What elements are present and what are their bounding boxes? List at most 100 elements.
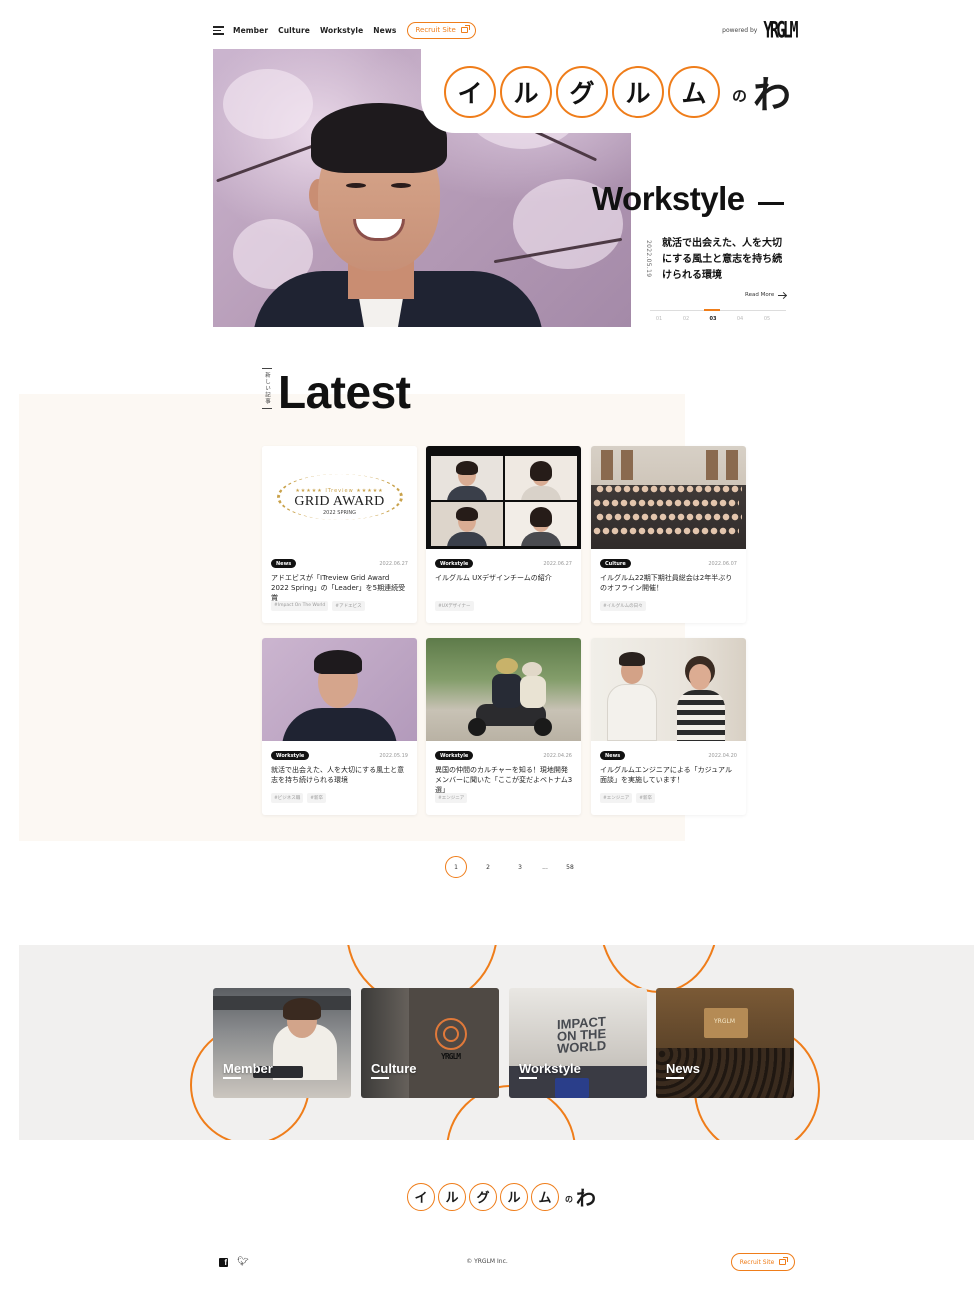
brand-char: ル bbox=[612, 65, 664, 118]
impact-wall-text: IMPACT ON THE WORLD bbox=[557, 1013, 647, 1056]
culture-logo-text: YRGLM bbox=[441, 1052, 461, 1061]
article-tag[interactable]: #UXデザイナー bbox=[435, 601, 474, 611]
news-screen-text: YRGLM bbox=[714, 1018, 736, 1025]
hero-title[interactable]: 就活で出会えた、人を大切にする風土と意志を持ち続けられる環境 bbox=[662, 236, 784, 284]
article-date: 2022.04.26 bbox=[543, 752, 572, 759]
category-underline bbox=[519, 1077, 537, 1079]
slide-dot-active[interactable]: 03 bbox=[708, 316, 718, 322]
hero-date: 2022.05.19 bbox=[645, 240, 652, 278]
brand-char: ム bbox=[668, 65, 720, 118]
page-link[interactable]: 2 bbox=[477, 856, 499, 878]
article-tag[interactable]: #新卒 bbox=[307, 793, 327, 803]
arrow-right-icon bbox=[778, 294, 787, 296]
article-thumbnail: ★★★★★ ITreview ★★★★★ GRID AWARD 2022 SPR… bbox=[262, 446, 417, 549]
brand-char: ル bbox=[500, 1182, 528, 1211]
category-card-workstyle[interactable]: IMPACT ON THE WORLD Workstyle bbox=[509, 988, 647, 1098]
article-thumbnail bbox=[591, 638, 746, 741]
footer-recruit-button[interactable]: Recruit Site bbox=[731, 1253, 795, 1271]
page-current[interactable]: 1 bbox=[445, 856, 467, 878]
copyright: © YRGLM Inc. bbox=[466, 1258, 508, 1265]
brand-no: の bbox=[732, 87, 748, 105]
recruit-site-label: Recruit Site bbox=[415, 26, 456, 34]
article-thumbnail bbox=[262, 638, 417, 741]
brand-char: ム bbox=[531, 1182, 559, 1211]
read-more-link[interactable]: Read More bbox=[745, 292, 787, 298]
external-link-icon bbox=[460, 25, 470, 33]
article-tag[interactable]: #新卒 bbox=[636, 793, 656, 803]
category-underline bbox=[371, 1077, 389, 1079]
category-card-culture[interactable]: YRGLM Culture bbox=[361, 988, 499, 1098]
article-title: イルグルム22期下期社員総会は2年半ぶりのオフライン開催！ bbox=[600, 574, 733, 592]
latest-vertical-tag: 新しい記事 bbox=[262, 368, 272, 409]
slide-dot[interactable]: 02 bbox=[681, 316, 691, 322]
hero-category-dash bbox=[758, 202, 784, 205]
brand-logo: イ ル グ ル ム の わ bbox=[444, 64, 791, 119]
page-link-last[interactable]: 58 bbox=[559, 856, 581, 878]
slider-progress-indicator bbox=[704, 309, 720, 311]
page-ellipsis: ... bbox=[542, 863, 548, 871]
slider-pagination: 01 02 03 04 05 bbox=[654, 316, 772, 322]
footer-recruit-label: Recruit Site bbox=[739, 1258, 775, 1266]
read-more-label: Read More bbox=[745, 292, 775, 298]
article-title: イルグルム UXデザインチームの紹介 bbox=[435, 574, 552, 582]
slide-dot[interactable]: 05 bbox=[762, 316, 772, 322]
article-tag[interactable]: #ビジネス職 bbox=[271, 793, 304, 803]
article-date: 2022.06.27 bbox=[543, 560, 572, 567]
article-title: 就活で出会えた、人を大切にする風土と意志を持ち続けられる環境 bbox=[271, 766, 405, 784]
brand-char: グ bbox=[556, 65, 608, 118]
category-badge: Workstyle bbox=[271, 751, 310, 760]
hero-category: Workstyle bbox=[592, 180, 745, 217]
category-badge: Workstyle bbox=[435, 559, 474, 568]
article-card[interactable]: Workstyle 2022.04.26 異国の仲間のカルチャーを知る！現地開発… bbox=[426, 638, 581, 815]
article-tag[interactable]: #アドエビス bbox=[332, 601, 365, 611]
yrglm-logo[interactable]: YRGLM bbox=[763, 17, 798, 44]
article-tag[interactable]: #エンジニア bbox=[600, 793, 633, 803]
category-badge: News bbox=[600, 751, 626, 760]
category-underline bbox=[666, 1077, 684, 1079]
recruit-site-button[interactable]: Recruit Site bbox=[407, 21, 476, 39]
powered-by: powered by YRGLM bbox=[722, 17, 798, 44]
nav-member[interactable]: Member bbox=[233, 26, 268, 35]
article-card[interactable]: ★★★★★ ITreview ★★★★★ GRID AWARD 2022 SPR… bbox=[262, 446, 417, 623]
nav-workstyle[interactable]: Workstyle bbox=[320, 26, 363, 35]
article-thumbnail bbox=[591, 446, 746, 549]
category-card-member[interactable]: Member bbox=[213, 988, 351, 1098]
latest-title: Latest bbox=[278, 366, 411, 418]
category-badge: News bbox=[271, 559, 297, 568]
external-link-icon bbox=[779, 1257, 789, 1265]
brand-char: グ bbox=[469, 1182, 497, 1211]
footer-brand-logo[interactable]: イ ル グ ル ム の わ bbox=[407, 1182, 596, 1211]
article-title: 異国の仲間のカルチャーを知る！現地開発メンバーに聞いた「ここが変だよベトナム3選… bbox=[435, 766, 573, 794]
article-tag[interactable]: #Impact On The World bbox=[271, 601, 329, 611]
nav-news[interactable]: News bbox=[373, 26, 396, 35]
article-date: 2022.04.20 bbox=[708, 752, 737, 759]
article-thumbnail bbox=[426, 638, 581, 741]
article-thumbnail bbox=[426, 446, 581, 549]
category-card-news[interactable]: YRGLM News bbox=[656, 988, 794, 1098]
page-link[interactable]: 3 bbox=[509, 856, 531, 878]
person-eye bbox=[391, 183, 411, 188]
menu-icon[interactable] bbox=[213, 25, 224, 35]
article-tag[interactable]: #イルグルムの日々 bbox=[600, 601, 646, 611]
article-tag[interactable]: #エンジニア bbox=[435, 793, 468, 803]
slide-dot[interactable]: 04 bbox=[735, 316, 745, 322]
slide-dot[interactable]: 01 bbox=[654, 316, 664, 322]
article-card[interactable]: Culture 2022.06.07 イルグルム22期下期社員総会は2年半ぶりの… bbox=[591, 446, 746, 623]
pagination: 1 2 3 ... 58 bbox=[445, 856, 581, 878]
category-badge: Culture bbox=[600, 559, 631, 568]
article-card[interactable]: News 2022.04.20 イルグルムエンジニアによる「カジュアル面談」を実… bbox=[591, 638, 746, 815]
brand-wa: わ bbox=[753, 73, 792, 117]
article-card[interactable]: Workstyle 2022.06.27 イルグルム UXデザインチームの紹介 … bbox=[426, 446, 581, 623]
laurel-wreath-icon bbox=[276, 474, 403, 520]
article-card[interactable]: Workstyle 2022.05.19 就活で出会えた、人を大切にする風土と意… bbox=[262, 638, 417, 815]
person-eye bbox=[346, 183, 366, 188]
brand-char: ル bbox=[500, 65, 552, 118]
article-date: 2022.06.07 bbox=[708, 560, 737, 567]
category-label: Culture bbox=[371, 1061, 417, 1076]
nav-culture[interactable]: Culture bbox=[278, 26, 310, 35]
brand-char: イ bbox=[444, 65, 496, 118]
brand-char: ル bbox=[438, 1182, 466, 1211]
category-badge: Workstyle bbox=[435, 751, 474, 760]
powered-by-label: powered by bbox=[722, 26, 758, 34]
brand-no: の bbox=[565, 1194, 573, 1204]
